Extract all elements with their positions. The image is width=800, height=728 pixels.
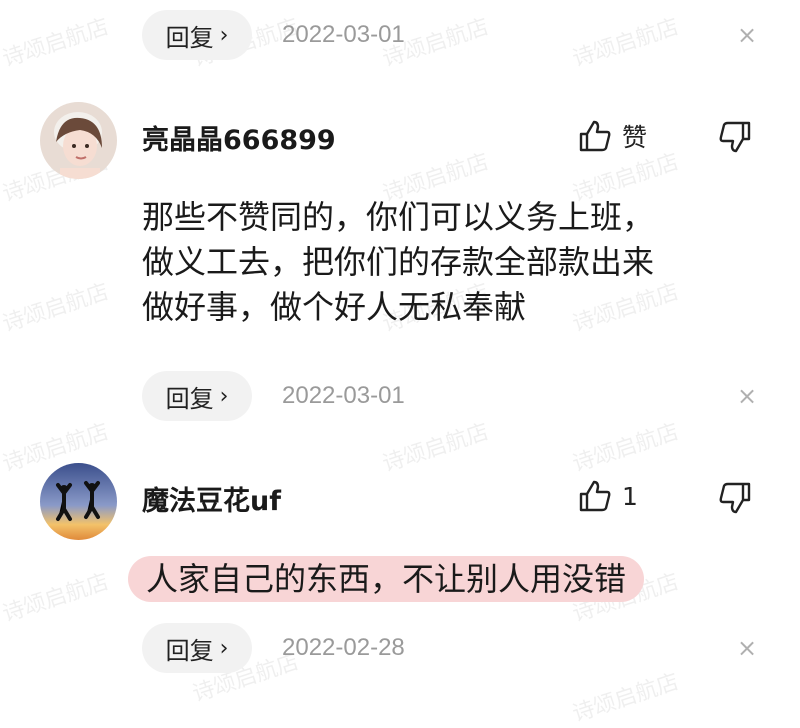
watermark-text: 诗颂启航店	[569, 669, 682, 728]
comment-text-line: 做义工去，把你们的存款全部款出来	[142, 243, 655, 281]
comment-text-highlighted: 人家自己的东西，不让别人用没错	[128, 556, 645, 602]
reply-button[interactable]: 回复 ›	[142, 623, 252, 673]
watermark-text: 诗颂启航店	[0, 279, 112, 338]
comment-date: 2022-03-01	[282, 21, 405, 48]
reply-label: 回复	[165, 384, 214, 413]
close-icon[interactable]: ×	[732, 623, 762, 673]
chevron-right-icon: ›	[219, 22, 229, 48]
avatar[interactable]	[40, 463, 117, 540]
watermark-text: 诗颂启航店	[569, 419, 682, 478]
thumbs-down-icon	[719, 121, 751, 153]
username[interactable]: 魔法豆花uf	[142, 479, 281, 518]
reply-button[interactable]: 回复 ›	[142, 371, 252, 421]
reply-button[interactable]: 回复 ›	[142, 10, 252, 60]
dislike-button[interactable]	[718, 120, 752, 158]
thumbs-up-icon	[579, 120, 611, 152]
watermark-text: 诗颂启航店	[0, 569, 112, 628]
username[interactable]: 亮晶晶666899	[142, 118, 336, 157]
comment-text: 那些不赞同的，你们可以义务上班， 做义工去，把你们的存款全部款出来 做好事，做个…	[142, 195, 762, 330]
like-label: 赞	[622, 123, 648, 152]
watermark-text: 诗颂启航店	[0, 14, 112, 73]
comment-date: 2022-03-01	[282, 382, 405, 409]
comment-action-row: 回复 › 2022-03-01 ×	[142, 371, 762, 421]
comment-text-line: 做好事，做个好人无私奉献	[142, 288, 527, 326]
avatar[interactable]	[40, 102, 117, 179]
watermark-text: 诗颂启航店	[379, 419, 492, 478]
dislike-button[interactable]	[718, 481, 752, 519]
comment-action-row: 回复 › 2022-02-28 ×	[142, 623, 762, 673]
like-button[interactable]: 1	[578, 479, 638, 513]
chevron-right-icon: ›	[219, 635, 229, 661]
close-icon[interactable]: ×	[732, 10, 762, 60]
like-count: 1	[622, 481, 638, 511]
reply-label: 回复	[165, 23, 214, 52]
reply-label: 回复	[165, 636, 214, 665]
thumbs-up-icon	[579, 480, 611, 512]
comment-date: 2022-02-28	[282, 634, 405, 661]
like-button[interactable]: 赞	[578, 118, 647, 154]
chevron-right-icon: ›	[219, 383, 229, 409]
comment-action-row: 回复 › 2022-03-01 ×	[142, 10, 762, 60]
comment-text-line: 那些不赞同的，你们可以义务上班，	[142, 198, 655, 236]
close-icon[interactable]: ×	[732, 371, 762, 421]
thumbs-down-icon	[719, 482, 751, 514]
